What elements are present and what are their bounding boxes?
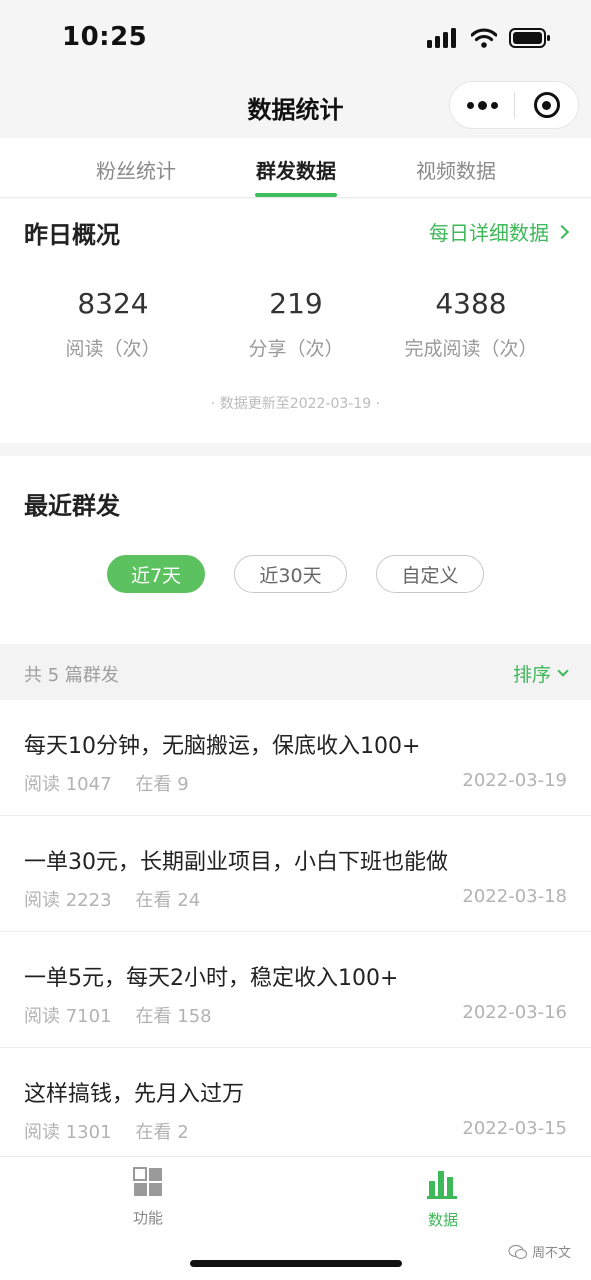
article-meta: 阅读 1047 在看 9 [24, 770, 189, 796]
grid-icon [133, 1167, 162, 1196]
update-note: · 数据更新至2022-03-19 · [210, 396, 381, 412]
list-item[interactable]: 这样搞钱，先月入过万 阅读 1301 在看 2 2022-03-15 [0, 1048, 591, 1156]
chevron-down-icon [557, 665, 569, 677]
watermark-text: 周不文 [531, 1246, 571, 1261]
list-item[interactable]: 一单5元，每天2小时，稳定收入100+ 阅读 7101 在看 158 2022-… [0, 932, 591, 1048]
stat-label: 完成阅读（次） [404, 338, 538, 360]
overview-card: 昨日概况 每日详细数据 8324 阅读（次） 219 分享（次） 4388 完成… [0, 199, 591, 443]
filter-custom[interactable]: 自定义 [376, 555, 484, 593]
article-title: 一单30元，长期副业项目，小白下班也能做 [24, 850, 448, 875]
daily-detail-label: 每日详细数据 [429, 221, 549, 245]
article-title: 这样搞钱，先月入过万 [24, 1082, 245, 1107]
tabbar-label: 功能 [132, 1209, 163, 1227]
stat-label: 阅读（次） [65, 338, 161, 360]
mini-program-capsule [449, 81, 579, 129]
article-reads: 阅读 1047 [24, 774, 112, 795]
active-tab-indicator [255, 193, 337, 197]
sort-label: 排序 [512, 664, 551, 686]
signal-icon [427, 28, 456, 48]
nav-bar: 数据统计 [0, 78, 591, 136]
article-date: 2022-03-15 [462, 1118, 567, 1139]
battery-icon [509, 28, 550, 48]
article-date: 2022-03-19 [462, 770, 567, 791]
list-item[interactable]: 每天10分钟，无脑搬运，保底收入100+ 阅读 1047 在看 9 2022-0… [0, 700, 591, 816]
broadcast-count: 共 5 篇群发 [24, 665, 119, 686]
sort-button[interactable]: 排序 [512, 660, 569, 687]
wifi-icon [471, 28, 497, 48]
summary-bar: 共 5 篇群发 排序 [0, 644, 591, 700]
article-reads: 阅读 7101 [24, 1006, 112, 1027]
watermark: 周不文 [508, 1242, 571, 1261]
stat-reads: 8324 阅读（次） [23, 287, 203, 361]
more-dots-icon[interactable] [450, 82, 514, 128]
filter-30-days[interactable]: 近30天 [234, 555, 347, 593]
stat-shares: 219 分享（次） [206, 287, 386, 361]
stat-value: 219 [269, 287, 323, 320]
article-title: 每天10分钟，无脑搬运，保底收入100+ [24, 734, 421, 759]
article-list: 每天10分钟，无脑搬运，保底收入100+ 阅读 1047 在看 9 2022-0… [0, 700, 591, 1156]
stat-label: 分享（次） [248, 338, 344, 360]
article-reads: 阅读 1301 [24, 1122, 112, 1143]
tab-broadcast[interactable]: 群发数据 [226, 155, 366, 184]
tabbar-label: 数据 [427, 1211, 458, 1229]
article-meta: 阅读 2223 在看 24 [24, 886, 200, 912]
article-watching: 在看 158 [135, 1006, 212, 1027]
chevron-right-icon [554, 224, 570, 239]
article-watching: 在看 9 [135, 774, 189, 795]
status-time: 10:25 [62, 22, 148, 52]
filter-7-days[interactable]: 近7天 [107, 555, 205, 593]
tabbar-item-features[interactable]: 功能 [88, 1167, 208, 1228]
daily-detail-link[interactable]: 每日详细数据 [429, 217, 570, 246]
article-date: 2022-03-18 [462, 886, 567, 907]
article-meta: 阅读 7101 在看 158 [24, 1002, 212, 1028]
status-icons [427, 26, 551, 50]
list-item[interactable]: 一单30元，长期副业项目，小白下班也能做 阅读 2223 在看 24 2022-… [0, 816, 591, 932]
stat-complete-reads: 4388 完成阅读（次） [381, 287, 561, 361]
article-title: 一单5元，每天2小时，稳定收入100+ [24, 966, 399, 991]
tab-video[interactable]: 视频数据 [386, 155, 526, 184]
home-indicator [190, 1260, 402, 1267]
close-circle-icon[interactable] [515, 82, 578, 128]
article-watching: 在看 24 [135, 890, 201, 911]
article-watching: 在看 2 [135, 1122, 189, 1143]
article-reads: 阅读 2223 [24, 890, 112, 911]
tab-bar: 粉丝统计 群发数据 视频数据 [0, 138, 591, 198]
recent-section: 最近群发 近7天 近30天 自定义 [0, 456, 591, 644]
recent-title: 最近群发 [24, 492, 120, 520]
stat-value: 8324 [77, 287, 149, 320]
bar-chart-icon [427, 1171, 457, 1199]
tab-fans[interactable]: 粉丝统计 [66, 155, 206, 184]
wechat-icon [508, 1244, 528, 1259]
tabbar-item-data[interactable]: 数据 [383, 1167, 503, 1230]
status-bar: 10:25 [0, 0, 591, 78]
article-date: 2022-03-16 [462, 1002, 567, 1023]
stat-value: 4388 [435, 287, 507, 320]
article-meta: 阅读 1301 在看 2 [24, 1118, 189, 1144]
overview-title: 昨日概况 [24, 221, 120, 249]
